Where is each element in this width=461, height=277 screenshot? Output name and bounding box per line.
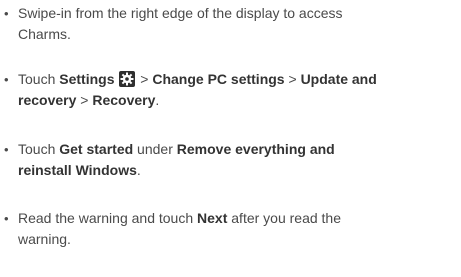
recovery-term: recovery bbox=[18, 92, 77, 108]
separator: > bbox=[76, 92, 93, 108]
get-started-term: Get started bbox=[59, 141, 134, 157]
update-and-term: Update and bbox=[300, 71, 377, 87]
step-text: Touch Settings > Change PC settings > Up… bbox=[18, 69, 459, 111]
change-pc-settings-term: Change PC settings bbox=[152, 71, 285, 87]
instruction-list: • Swipe-in from the right edge of the di… bbox=[0, 0, 461, 277]
remove-everything-term: Remove everything and bbox=[176, 141, 335, 157]
bullet: • bbox=[4, 6, 9, 21]
bullet: • bbox=[4, 72, 9, 87]
step-text-post: after you read the bbox=[227, 210, 342, 226]
step-text: Read the warning and touch Next after yo… bbox=[18, 208, 459, 250]
step-text-line: warning. bbox=[18, 231, 71, 247]
separator: > bbox=[136, 71, 153, 87]
bullet: • bbox=[4, 211, 9, 226]
period: . bbox=[155, 92, 160, 108]
step-text-pre: Read the warning and touch bbox=[18, 210, 198, 226]
settings-term: Settings bbox=[59, 71, 115, 87]
next-term: Next bbox=[197, 210, 228, 226]
step-text-pre: Touch bbox=[18, 71, 60, 87]
step-text-pre: Touch bbox=[18, 141, 60, 157]
step-text-line: Charms. bbox=[18, 26, 71, 42]
bullet: • bbox=[4, 142, 9, 157]
step-text-line: Swipe-in from the right edge of the disp… bbox=[18, 5, 343, 21]
recovery-page-term: Recovery bbox=[92, 92, 156, 108]
step-text: Touch Get started under Remove everythin… bbox=[18, 139, 459, 181]
step-text: Swipe-in from the right edge of the disp… bbox=[18, 3, 459, 45]
step-text-under: under bbox=[133, 141, 177, 157]
reinstall-windows-term: reinstall Windows bbox=[18, 162, 137, 178]
gear-icon bbox=[119, 71, 136, 87]
period: . bbox=[136, 162, 141, 178]
separator: > bbox=[284, 71, 301, 87]
